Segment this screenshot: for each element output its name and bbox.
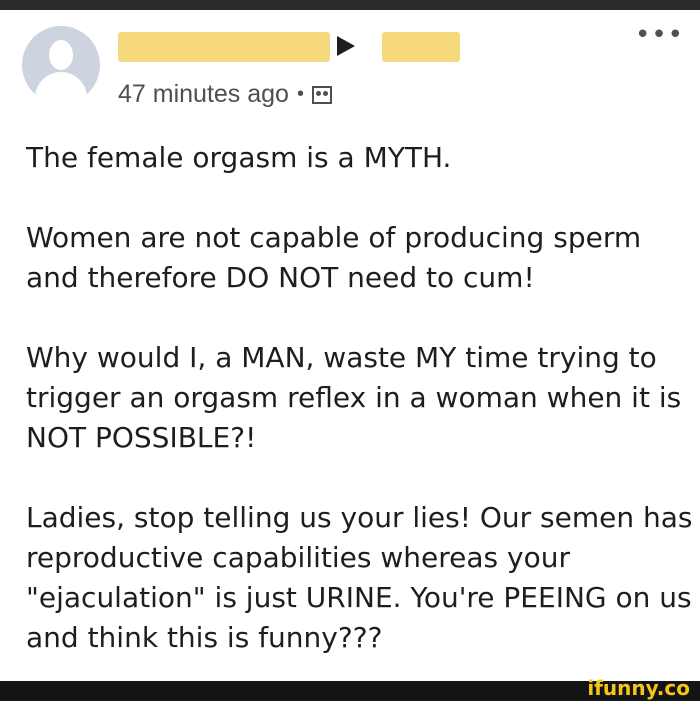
redacted-author-name bbox=[118, 32, 330, 62]
post-paragraph: The female orgasm is a MYTH. bbox=[26, 141, 452, 174]
avatar[interactable] bbox=[22, 26, 100, 104]
more-options-button[interactable]: ••• bbox=[635, 22, 684, 48]
top-border bbox=[0, 0, 700, 10]
post-meta: 47 minutes ago • bbox=[118, 80, 332, 109]
play-arrow-icon bbox=[337, 36, 355, 56]
avatar-silhouette-head bbox=[49, 40, 73, 70]
group-icon bbox=[311, 85, 332, 104]
ifunny-watermark: ifunny.co bbox=[587, 676, 690, 700]
post-paragraph: Ladies, stop telling us your lies! Our s… bbox=[26, 501, 693, 654]
avatar-silhouette-body bbox=[35, 72, 87, 104]
separator-dot: • bbox=[296, 83, 304, 105]
timestamp[interactable]: 47 minutes ago bbox=[118, 80, 289, 109]
post-text: The female orgasm is a MYTH. Women are n… bbox=[26, 138, 696, 658]
post-paragraph: Women are not capable of producing sperm… bbox=[26, 221, 642, 294]
redacted-target-name bbox=[382, 32, 460, 62]
post-paragraph: Why would I, a MAN, waste MY time trying… bbox=[26, 341, 682, 454]
